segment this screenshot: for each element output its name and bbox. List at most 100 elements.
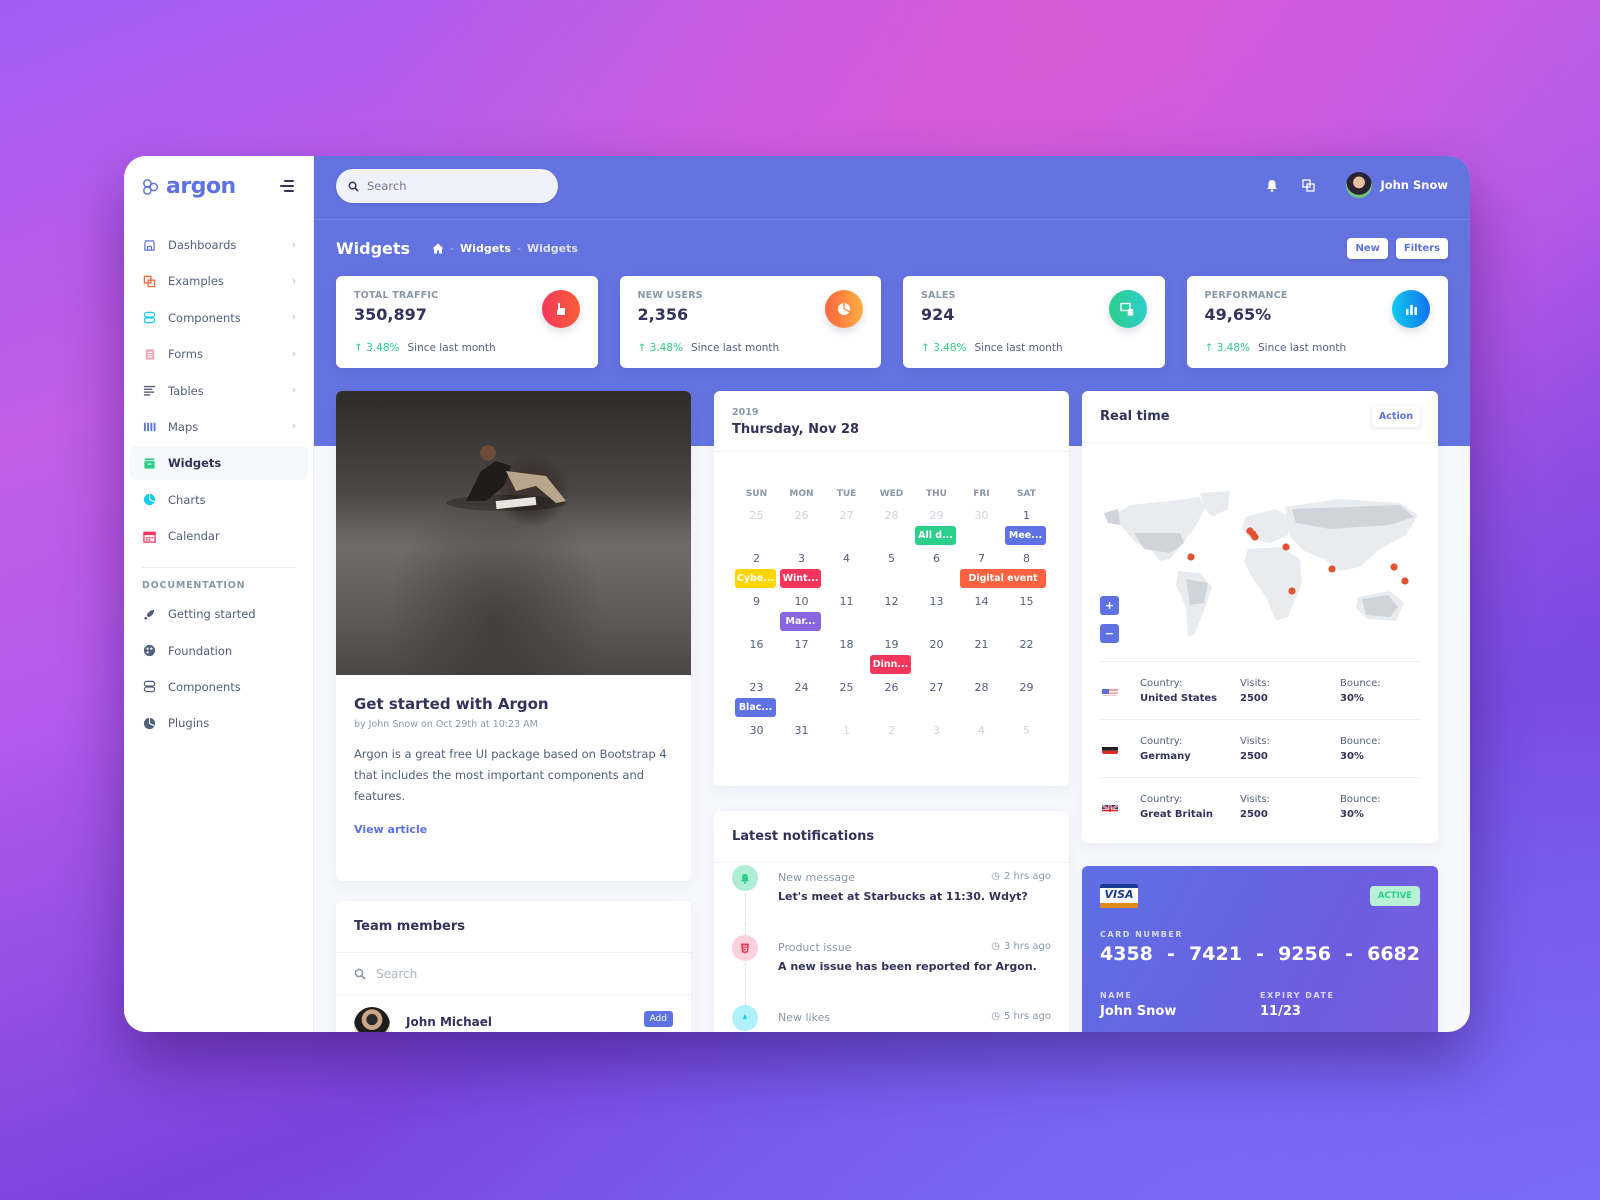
map-marker[interactable] — [1251, 533, 1259, 541]
calendar-day[interactable]: 23 — [734, 679, 779, 697]
calendar-day[interactable]: 14 — [959, 593, 1004, 611]
notification-item[interactable]: Product issue ◷ 3 hrs ago A new issue has… — [714, 933, 1069, 1005]
world-map[interactable] — [1100, 487, 1422, 647]
action-button[interactable]: Action — [1371, 406, 1420, 427]
calendar-day[interactable]: 1 — [824, 722, 869, 740]
calendar-day[interactable]: 29 — [914, 507, 959, 525]
sidebar-item-foundation[interactable]: Foundation — [130, 634, 308, 668]
calendar-day[interactable]: 15 — [1004, 593, 1049, 611]
filters-button[interactable]: Filters — [1395, 237, 1448, 259]
map-zoom-in-button[interactable]: + — [1100, 596, 1119, 615]
dow-label: MON — [789, 489, 814, 499]
sidenav-toggler-icon[interactable] — [280, 180, 294, 192]
map-marker[interactable] — [1282, 543, 1290, 551]
calendar-day[interactable]: 30 — [734, 722, 779, 740]
calendar-event[interactable]: Mee... — [1005, 526, 1046, 545]
calendar-day[interactable]: 18 — [824, 636, 869, 654]
country-label: Country: — [1140, 735, 1183, 747]
map-marker[interactable] — [1390, 563, 1398, 571]
calendar-day[interactable]: 4 — [824, 550, 869, 568]
calendar-day[interactable]: 21 — [959, 636, 1004, 654]
sidebar-item-plugins[interactable]: Plugins — [130, 706, 308, 740]
calendar-day[interactable]: 5 — [869, 550, 914, 568]
calendar-day[interactable]: 7 — [959, 550, 1004, 568]
calendar-day[interactable]: 6 — [914, 550, 959, 568]
team-search-input[interactable] — [376, 966, 526, 981]
view-article-link[interactable]: View article — [354, 823, 427, 836]
calendar-day[interactable]: 2 — [734, 550, 779, 568]
search-bar[interactable] — [336, 169, 558, 203]
dow-label: WED — [879, 489, 904, 499]
calendar-day[interactable]: 12 — [869, 593, 914, 611]
sidebar-item-calendar[interactable]: Calendar — [130, 519, 308, 553]
calendar-day[interactable]: 28 — [869, 507, 914, 525]
calendar-day[interactable]: 26 — [779, 507, 824, 525]
sidebar-item-forms[interactable]: Forms › — [130, 337, 308, 371]
notification-item[interactable]: New likes ◷ 5 hrs ago — [714, 1003, 1069, 1032]
calendar-day[interactable]: 25 — [734, 507, 779, 525]
calendar-day[interactable]: 11 — [824, 593, 869, 611]
card-expiry: 11/23 — [1260, 1004, 1301, 1019]
calendar-day[interactable]: 24 — [779, 679, 824, 697]
calendar-day[interactable]: 2 — [869, 722, 914, 740]
notification-item[interactable]: New message ◷ 2 hrs ago Let's meet at Sta… — [714, 863, 1069, 935]
calendar-day[interactable]: 31 — [779, 722, 824, 740]
calendar-day[interactable]: 30 — [959, 507, 1004, 525]
sidebar-item-maps[interactable]: Maps › — [130, 410, 308, 444]
calendar-day[interactable]: 20 — [914, 636, 959, 654]
calendar-day[interactable]: 17 — [779, 636, 824, 654]
sidebar-item-tables[interactable]: Tables › — [130, 374, 308, 408]
map-marker[interactable] — [1187, 553, 1195, 561]
sidebar-item-charts[interactable]: Charts — [130, 483, 308, 517]
calendar-day[interactable]: 27 — [824, 507, 869, 525]
calendar-event[interactable]: Digital event — [960, 569, 1046, 588]
calendar-day[interactable]: 3 — [779, 550, 824, 568]
calendar-day[interactable]: 22 — [1004, 636, 1049, 654]
calendar-day[interactable]: 8 — [1004, 550, 1049, 568]
sidebar-item-dashboards[interactable]: Dashboards › — [130, 228, 308, 262]
user-menu[interactable]: John Snow — [1346, 172, 1448, 198]
calendar-day[interactable]: 29 — [1004, 679, 1049, 697]
calendar-event[interactable]: Cybe... — [735, 569, 776, 588]
calendar-day[interactable]: 4 — [959, 722, 1004, 740]
breadcrumb-item[interactable]: Widgets — [460, 242, 511, 255]
search-input[interactable] — [367, 179, 537, 193]
calendar-day[interactable]: 25 — [824, 679, 869, 697]
stat-since: Since last month — [1258, 342, 1347, 354]
sidebar-item-examples[interactable]: Examples › — [130, 264, 308, 298]
calendar-day[interactable]: 9 — [734, 593, 779, 611]
sidebar-item-widgets[interactable]: Widgets — [130, 446, 308, 481]
clock-icon: ◷ — [991, 941, 1001, 952]
bell-icon[interactable] — [1262, 175, 1282, 195]
team-search[interactable] — [336, 953, 691, 995]
sidebar-item-components[interactable]: Components › — [130, 301, 308, 335]
calendar-event[interactable]: Blac... — [735, 698, 776, 717]
sidebar-item-label: Dashboards — [168, 238, 237, 252]
calendar-day[interactable]: 1 — [1004, 507, 1049, 525]
map-marker[interactable] — [1328, 565, 1336, 573]
notification-time: ◷ 3 hrs ago — [991, 941, 1051, 952]
map-marker[interactable] — [1288, 587, 1296, 595]
calendar-day[interactable]: 28 — [959, 679, 1004, 697]
map-marker[interactable] — [1401, 577, 1409, 585]
calendar-event[interactable]: Wint... — [780, 569, 821, 588]
calendar-day[interactable]: 27 — [914, 679, 959, 697]
calendar-day[interactable]: 19 — [869, 636, 914, 654]
calendar-event[interactable]: Mar... — [780, 612, 821, 631]
calendar-day[interactable]: 26 — [869, 679, 914, 697]
calendar-event[interactable]: All d... — [915, 526, 956, 545]
calendar-day[interactable]: 5 — [1004, 722, 1049, 740]
calendar-day[interactable]: 16 — [734, 636, 779, 654]
home-icon[interactable] — [432, 243, 444, 254]
add-member-button[interactable]: Add — [643, 1011, 673, 1027]
calendar-day[interactable]: 13 — [914, 593, 959, 611]
new-button[interactable]: New — [1347, 237, 1388, 259]
brand[interactable]: argon — [142, 174, 236, 199]
list-layout-icon[interactable] — [1298, 175, 1318, 195]
calendar-day[interactable]: 10 — [779, 593, 824, 611]
map-zoom-out-button[interactable]: − — [1100, 624, 1119, 643]
sidebar-item-getting-started[interactable]: Getting started — [130, 597, 308, 631]
sidebar-item-doc-components[interactable]: Components — [130, 670, 308, 704]
calendar-event[interactable]: Dinn... — [870, 655, 911, 674]
calendar-day[interactable]: 3 — [914, 722, 959, 740]
